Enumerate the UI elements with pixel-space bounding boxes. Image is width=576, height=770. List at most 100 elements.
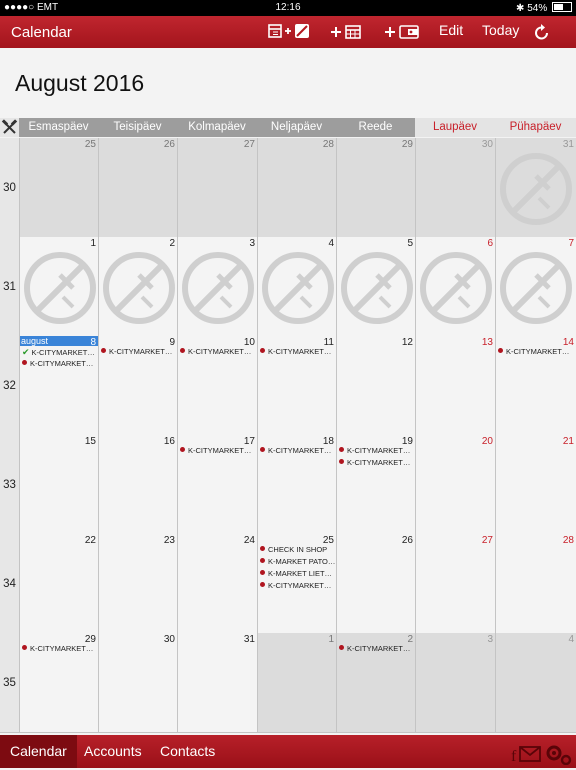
day-cell[interactable]: 17 K-CITYMARKET… [177, 435, 258, 535]
day-number: 6 [487, 238, 493, 249]
no-work-day-icon [499, 152, 573, 231]
event-dot-icon [180, 348, 185, 353]
calendar-event[interactable]: K-CITYMARKET… [22, 359, 93, 369]
day-cell[interactable]: 29 K-CITYMARKET… [19, 633, 99, 733]
day-cell[interactable]: 3 [415, 633, 496, 733]
day-cell[interactable]: august 8 ✔ K-CITYMARKET… K-CITYMARKET… [19, 336, 99, 436]
day-cell[interactable]: 31 [177, 633, 258, 733]
day-cell[interactable]: 27 [177, 138, 258, 238]
calendar-event[interactable]: K-CITYMARKET… [260, 581, 331, 591]
day-cell[interactable]: 22 [19, 534, 99, 634]
day-cell[interactable]: 10 K-CITYMARKET… [177, 336, 258, 436]
day-cell[interactable]: 4 [495, 633, 576, 733]
event-title: K-CITYMARKET… [268, 446, 332, 455]
day-number: 15 [84, 436, 96, 447]
weekday-1: Esmaspäev [19, 118, 98, 137]
event-dot-icon [101, 348, 106, 353]
event-title: K-CITYMARKET… [347, 458, 411, 467]
day-cell[interactable]: 25 CHECK IN SHOP K-MARKET PATO… K-MARKET LI… [257, 534, 337, 634]
day-cell[interactable]: 28 [495, 534, 576, 634]
day-cell[interactable]: 28 [257, 138, 337, 238]
settings-mail-button[interactable]: f [510, 741, 572, 770]
event-dot-icon [339, 447, 344, 452]
day-cell[interactable]: 16 [98, 435, 178, 535]
day-cell[interactable]: 1 [257, 633, 337, 733]
add-account-button[interactable] [383, 22, 421, 47]
calendar-event[interactable]: K-CITYMARKET… [22, 644, 93, 654]
week-number-label: 35 [3, 677, 16, 689]
no-work-day-icon [340, 251, 414, 330]
event-dot-icon [260, 348, 265, 353]
calendar-event[interactable]: K-CITYMARKET… [339, 458, 410, 468]
calendar-event[interactable]: K-CITYMARKET… [180, 347, 251, 357]
day-cell[interactable]: 14 K-CITYMARKET… [495, 336, 576, 436]
day-cell[interactable]: 2 K-CITYMARKET… [336, 633, 416, 733]
refresh-icon [535, 24, 548, 40]
day-number: 5 [407, 238, 413, 249]
day-cell[interactable]: 1 [19, 237, 99, 337]
tab-contacts[interactable]: Contacts [150, 735, 225, 768]
calendar-event[interactable]: K-CITYMARKET… [101, 347, 172, 357]
calendar-event[interactable]: K-CITYMARKET… [180, 446, 251, 456]
day-number: 28 [322, 139, 334, 150]
event-dot-icon [498, 348, 503, 353]
today-button[interactable]: Today [482, 22, 519, 38]
day-cell[interactable]: 21 [495, 435, 576, 535]
day-cell[interactable]: 6 [415, 237, 496, 337]
day-cell[interactable]: 13 [415, 336, 496, 436]
day-cell[interactable]: 24 [177, 534, 258, 634]
week-number: 31 [0, 237, 19, 337]
day-cell[interactable]: 9 K-CITYMARKET… [98, 336, 178, 436]
event-title: CHECK IN SHOP [268, 545, 328, 554]
day-cell[interactable]: 11 K-CITYMARKET… [257, 336, 337, 436]
event-dot-icon [180, 447, 185, 452]
day-cell[interactable]: 29 [336, 138, 416, 238]
day-cell[interactable]: 3 [177, 237, 258, 337]
calendar-event[interactable]: K-CITYMARKET… [498, 347, 569, 357]
calendar-event[interactable]: K-MARKET LIET… [260, 569, 332, 579]
day-cell[interactable]: 5 [336, 237, 416, 337]
add-event-button[interactable] [329, 22, 363, 47]
day-cell[interactable]: 30 [98, 633, 178, 733]
tab-accounts[interactable]: Accounts [74, 735, 152, 768]
day-number: 4 [568, 634, 574, 645]
day-number: 21 [562, 436, 574, 447]
week-number-label: 32 [3, 380, 16, 392]
day-cell[interactable]: 12 [336, 336, 416, 436]
day-cell[interactable]: 27 [415, 534, 496, 634]
edit-button[interactable]: Edit [439, 22, 463, 38]
tab-calendar[interactable]: Calendar [0, 735, 77, 768]
event-title: K-CITYMARKET… [268, 347, 332, 356]
day-cell[interactable]: 20 [415, 435, 496, 535]
day-cell[interactable]: 7 [495, 237, 576, 337]
hammer-wrench-icon[interactable] [0, 118, 19, 137]
status-time: 12:16 [275, 2, 301, 13]
calendar-event[interactable]: K-CITYMARKET… [260, 347, 331, 357]
add-calendar-item-button[interactable] [268, 22, 312, 47]
calendar-event[interactable]: ✔ K-CITYMARKET… [22, 347, 95, 358]
day-cell[interactable]: 31 [495, 138, 576, 238]
day-cell[interactable]: 30 [415, 138, 496, 238]
day-cell[interactable]: 25 [19, 138, 99, 238]
day-cell[interactable]: 2 [98, 237, 178, 337]
day-number: 29 [401, 139, 413, 150]
calendar-event[interactable]: K-CITYMARKET… [260, 446, 331, 456]
day-cell[interactable]: 15 [19, 435, 99, 535]
calendar-event[interactable]: CHECK IN SHOP [260, 545, 327, 555]
day-cell[interactable]: 18 K-CITYMARKET… [257, 435, 337, 535]
day-cell[interactable]: 26 [336, 534, 416, 634]
calendar-event[interactable]: K-CITYMARKET… [339, 644, 410, 654]
day-cell[interactable]: 23 [98, 534, 178, 634]
nav-title[interactable]: Calendar [11, 24, 72, 41]
day-number: 31 [562, 139, 574, 150]
day-cell[interactable]: 26 [98, 138, 178, 238]
day-cell[interactable]: 19 K-CITYMARKET… K-CITYMARKET… [336, 435, 416, 535]
day-number: 25 [84, 139, 96, 150]
refresh-button[interactable] [533, 22, 551, 47]
status-right: ✱ 54% [516, 2, 572, 14]
week-number: 32 [0, 336, 19, 436]
week-number: 33 [0, 435, 19, 535]
calendar-event[interactable]: K-CITYMARKET… [339, 446, 410, 456]
day-cell[interactable]: 4 [257, 237, 337, 337]
calendar-event[interactable]: K-MARKET PATO… [260, 557, 335, 567]
